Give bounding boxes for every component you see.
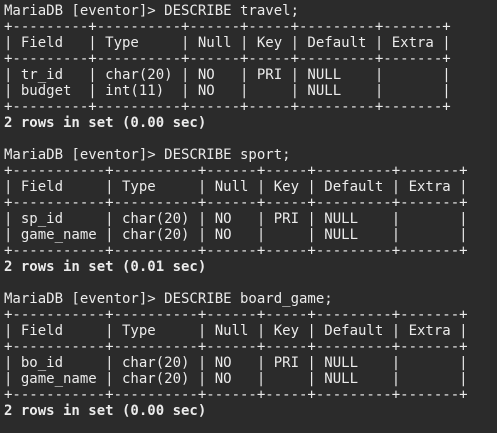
command-line: MariaDB [eventor]> DESCRIBE board_game; xyxy=(4,291,333,307)
table-border-bottom: +---------+----------+------+-----+-----… xyxy=(4,99,451,115)
table-header: | Field | Type | Null | Key | Default | … xyxy=(4,35,451,51)
table-border-top: +---------+----------+------+-----+-----… xyxy=(4,19,451,35)
table-row: | game_name | char(20) | NO | | NULL | | xyxy=(4,227,468,243)
table-row: | sp_id | char(20) | NO | PRI | NULL | | xyxy=(4,211,468,227)
table-row: | game_name | char(20) | NO | | NULL | | xyxy=(4,371,468,387)
table-row: | tr_id | char(20) | NO | PRI | NULL | | xyxy=(4,67,451,83)
table-row: | bo_id | char(20) | NO | PRI | NULL | | xyxy=(4,355,468,371)
table-header: | Field | Type | Null | Key | Default | … xyxy=(4,179,468,195)
table-border-top: +-----------+----------+------+-----+---… xyxy=(4,307,468,323)
table-header: | Field | Type | Null | Key | Default | … xyxy=(4,323,468,339)
command-line: MariaDB [eventor]> DESCRIBE sport; xyxy=(4,147,291,163)
table-border-bottom: +-----------+----------+------+-----+---… xyxy=(4,243,468,259)
describe-block-travel: MariaDB [eventor]> DESCRIBE travel; +---… xyxy=(4,3,497,131)
result-summary: 2 rows in set (0.00 sec) xyxy=(4,403,207,419)
result-summary: 2 rows in set (0.00 sec) xyxy=(4,115,207,131)
table-border-top: +-----------+----------+------+-----+---… xyxy=(4,163,468,179)
result-summary: 2 rows in set (0.01 sec) xyxy=(4,259,207,275)
table-row: | budget | int(11) | NO | | NULL | | xyxy=(4,83,451,99)
table-border-header: +-----------+----------+------+-----+---… xyxy=(4,195,468,211)
table-border-header: +---------+----------+------+-----+-----… xyxy=(4,51,451,67)
terminal-window[interactable]: MariaDB [eventor]> DESCRIBE travel; +---… xyxy=(0,0,497,433)
describe-block-board-game: MariaDB [eventor]> DESCRIBE board_game; … xyxy=(4,291,497,419)
command-line: MariaDB [eventor]> DESCRIBE travel; xyxy=(4,3,300,19)
describe-block-sport: MariaDB [eventor]> DESCRIBE sport; +----… xyxy=(4,147,497,275)
table-border-header: +-----------+----------+------+-----+---… xyxy=(4,339,468,355)
table-border-bottom: +-----------+----------+------+-----+---… xyxy=(4,387,468,403)
